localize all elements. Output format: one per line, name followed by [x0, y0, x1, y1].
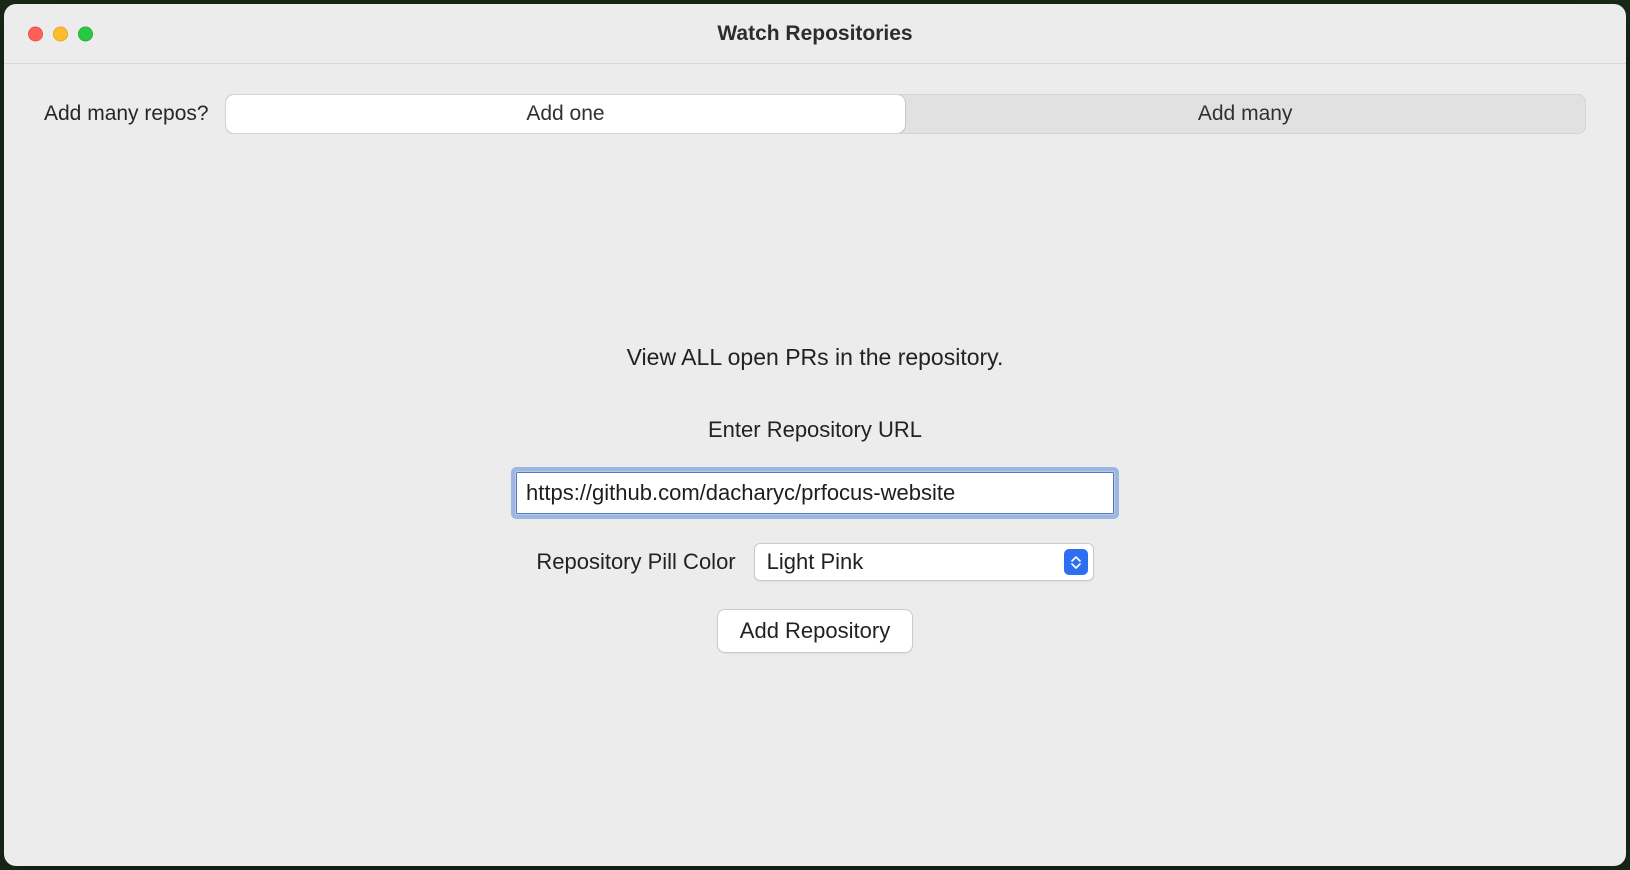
repository-url-input[interactable] — [515, 471, 1115, 515]
watch-repositories-window: Watch Repositories Add many repos? Add o… — [4, 4, 1626, 866]
window-title: Watch Repositories — [4, 22, 1626, 46]
pill-color-label: Repository Pill Color — [536, 549, 735, 575]
url-field-label: Enter Repository URL — [708, 417, 922, 443]
add-one-form: View ALL open PRs in the repository. Ent… — [44, 344, 1586, 653]
segmented-option-add-many[interactable]: Add many — [905, 95, 1585, 133]
pill-color-select[interactable]: Light Pink — [754, 543, 1094, 581]
segmented-label: Add many repos? — [44, 102, 209, 126]
pill-color-value: Light Pink — [754, 543, 1094, 581]
segmented-option-add-one[interactable]: Add one — [226, 95, 906, 133]
add-repository-button[interactable]: Add Repository — [717, 609, 913, 653]
traffic-lights — [28, 26, 93, 41]
content-area: Add many repos? Add one Add many View AL… — [4, 64, 1626, 866]
pill-color-row: Repository Pill Color Light Pink — [536, 543, 1093, 581]
form-description: View ALL open PRs in the repository. — [627, 344, 1004, 371]
fullscreen-window-button[interactable] — [78, 26, 93, 41]
close-window-button[interactable] — [28, 26, 43, 41]
titlebar: Watch Repositories — [4, 4, 1626, 64]
segmented-control[interactable]: Add one Add many — [225, 94, 1586, 134]
minimize-window-button[interactable] — [53, 26, 68, 41]
segmented-row: Add many repos? Add one Add many — [44, 94, 1586, 134]
